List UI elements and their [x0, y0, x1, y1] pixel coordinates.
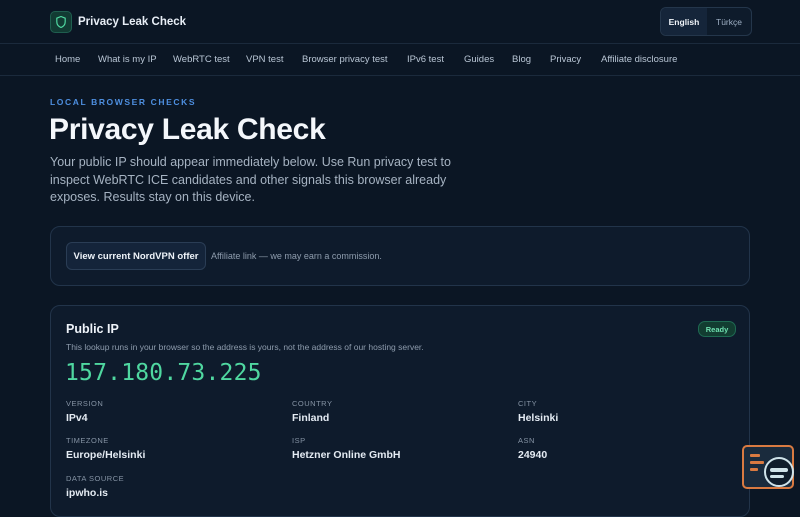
nav-blog[interactable]: Blog — [512, 54, 531, 65]
main-nav: Home What is my IP WebRTC test VPN test … — [0, 44, 800, 76]
brand-logo-link[interactable]: Privacy Leak Check — [50, 11, 186, 33]
affiliate-card: View current NordVPN offer Affiliate lin… — [50, 226, 750, 286]
isp-label: ISP — [292, 436, 306, 445]
timezone-label: TIMEZONE — [66, 436, 109, 445]
status-badge: Ready — [698, 321, 736, 337]
asn-label: ASN — [518, 436, 535, 445]
nav-browser-privacy-test[interactable]: Browser privacy test — [302, 54, 388, 65]
assistant-widget-icon[interactable] — [742, 445, 794, 489]
city-value: Helsinki — [518, 412, 559, 424]
version-label: VERSION — [66, 399, 104, 408]
nav-affiliate-disclosure[interactable]: Affiliate disclosure — [601, 54, 677, 65]
nav-vpn-test[interactable]: VPN test — [246, 54, 284, 65]
country-value: Finland — [292, 412, 330, 424]
intro-text: Your public IP should appear immediately… — [50, 155, 451, 204]
public-ip-title: Public IP — [66, 322, 119, 336]
nav-guides[interactable]: Guides — [464, 54, 494, 65]
nav-webrtc-test[interactable]: WebRTC test — [173, 54, 230, 65]
page-title: Privacy Leak Check — [49, 113, 326, 146]
language-option-turkish[interactable]: Türkçe — [707, 8, 751, 35]
widget-lines — [750, 454, 764, 475]
nav-ipv6-test[interactable]: IPv6 test — [407, 54, 444, 65]
language-option-english[interactable]: English — [661, 8, 707, 35]
asn-value: 24940 — [518, 449, 548, 461]
city-label: CITY — [518, 399, 538, 408]
nordvpn-offer-button[interactable]: View current NordVPN offer — [66, 242, 206, 270]
version-value: IPv4 — [66, 412, 88, 424]
public-ip-description: This lookup runs in your browser so the … — [66, 342, 424, 352]
country-label: COUNTRY — [292, 399, 333, 408]
data-source-label: DATA SOURCE — [66, 474, 125, 483]
nav-home[interactable]: Home — [55, 54, 80, 65]
top-header: Privacy Leak Check English Türkçe — [0, 0, 800, 44]
ip-address: 157.180.73.225 — [65, 360, 262, 386]
timezone-value: Europe/Helsinki — [66, 449, 146, 461]
nav-what-is-my-ip[interactable]: What is my IP — [98, 54, 157, 65]
brand-name: Privacy Leak Check — [78, 16, 187, 28]
data-source-value: ipwho.is — [66, 487, 108, 499]
widget-face — [764, 457, 794, 487]
eyebrow-label: LOCAL BROWSER CHECKS — [50, 97, 197, 107]
public-ip-card: Public IP Ready This lookup runs in your… — [50, 305, 750, 517]
nav-privacy[interactable]: Privacy — [550, 54, 581, 65]
isp-value: Hetzner Online GmbH — [292, 449, 401, 461]
language-switcher: English Türkçe — [660, 7, 752, 36]
shield-icon — [50, 11, 72, 33]
affiliate-note: Affiliate link — we may earn a commissio… — [211, 251, 382, 261]
